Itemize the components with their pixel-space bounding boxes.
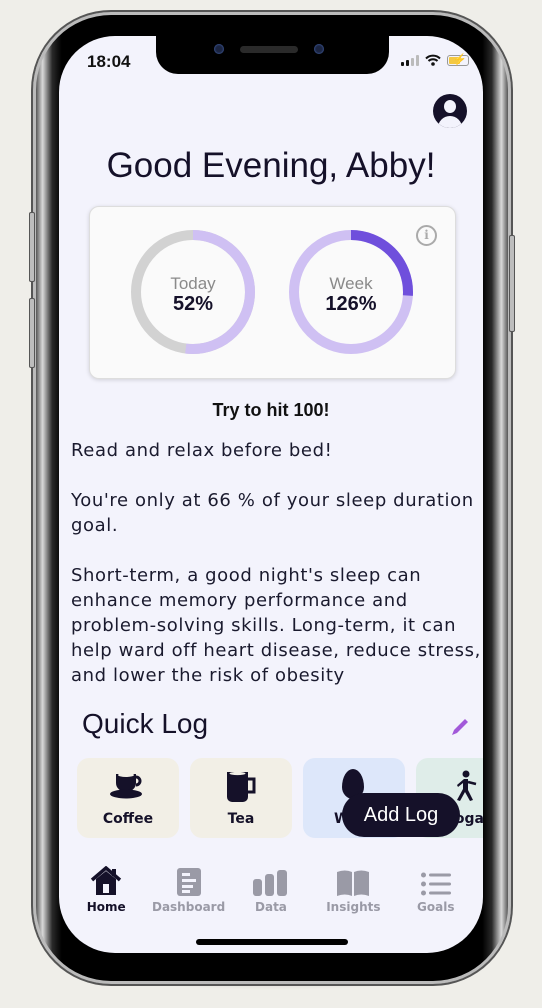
volume-up-button (29, 212, 35, 282)
cellular-signal-icon (401, 54, 419, 66)
tab-goals[interactable]: Goals (396, 862, 476, 922)
home-indicator (196, 939, 348, 945)
tip-heading: Read and relax before bed! (71, 440, 333, 461)
volume-down-button (29, 298, 35, 368)
today-ring-value: 52% (172, 293, 214, 315)
tip-benefits: Short-term, a good night's sleep can enh… (71, 565, 481, 686)
wifi-icon (425, 54, 441, 66)
tab-insights-label: Insights (326, 900, 381, 914)
add-log-button[interactable]: Add Log (342, 793, 460, 837)
tab-home-label: Home (86, 900, 126, 914)
home-icon (91, 866, 122, 895)
quick-log-tea[interactable]: Tea (190, 758, 292, 838)
week-ring-title: Week (329, 274, 373, 293)
quick-log-title: Quick Log (82, 708, 209, 739)
camera-icon (214, 44, 224, 54)
tip-progress: You're only at 66 % of your sleep durati… (71, 490, 474, 536)
speaker-grille (240, 46, 298, 53)
profile-button[interactable] (433, 94, 467, 128)
info-icon[interactable]: i (416, 225, 437, 246)
week-ring: Week 126% (288, 229, 414, 355)
today-ring-title: Today (170, 274, 216, 293)
tab-data[interactable]: Data (231, 862, 311, 922)
today-ring: Today 52% (130, 229, 256, 355)
week-ring-value: 126% (325, 293, 377, 315)
tab-dashboard[interactable]: Dashboard (149, 862, 229, 922)
tab-data-label: Data (255, 900, 287, 914)
tab-bar: Home Dashboard Data Insights Goals (59, 862, 483, 922)
bar-chart-icon (252, 870, 287, 896)
mug-icon (227, 771, 256, 802)
progress-card: i Today 52% Week 126% (89, 206, 456, 379)
quick-log-coffee[interactable]: Coffee (77, 758, 179, 838)
quick-log-coffee-label: Coffee (102, 811, 154, 827)
sensor-icon (314, 44, 324, 54)
tab-insights[interactable]: Insights (313, 862, 393, 922)
walking-figure-icon (457, 770, 477, 801)
quick-log-tea-label: Tea (227, 811, 255, 827)
tab-goals-label: Goals (417, 900, 455, 914)
app-screen: 18:04 ⚡ Good Evening, Abby! i Today 52% (59, 36, 483, 953)
tab-home[interactable]: Home (66, 862, 146, 922)
person-circle-icon (444, 100, 456, 113)
greeting-title: Good Evening, Abby! (106, 146, 436, 185)
power-button (509, 235, 515, 332)
goal-hint: Try to hit 100! (212, 400, 330, 420)
battery-charging-icon: ⚡ (447, 54, 469, 66)
notch (156, 36, 389, 74)
status-icons: ⚡ (401, 54, 469, 66)
list-icon (420, 872, 451, 896)
book-icon (337, 870, 370, 896)
tips-text: Read and relax before bed! You're only a… (71, 438, 483, 713)
status-time: 18:04 (87, 52, 131, 71)
coffee-cup-icon (110, 773, 142, 799)
tab-dashboard-label: Dashboard (151, 900, 226, 914)
pencil-icon[interactable] (449, 716, 471, 738)
dashboard-icon (176, 868, 201, 896)
